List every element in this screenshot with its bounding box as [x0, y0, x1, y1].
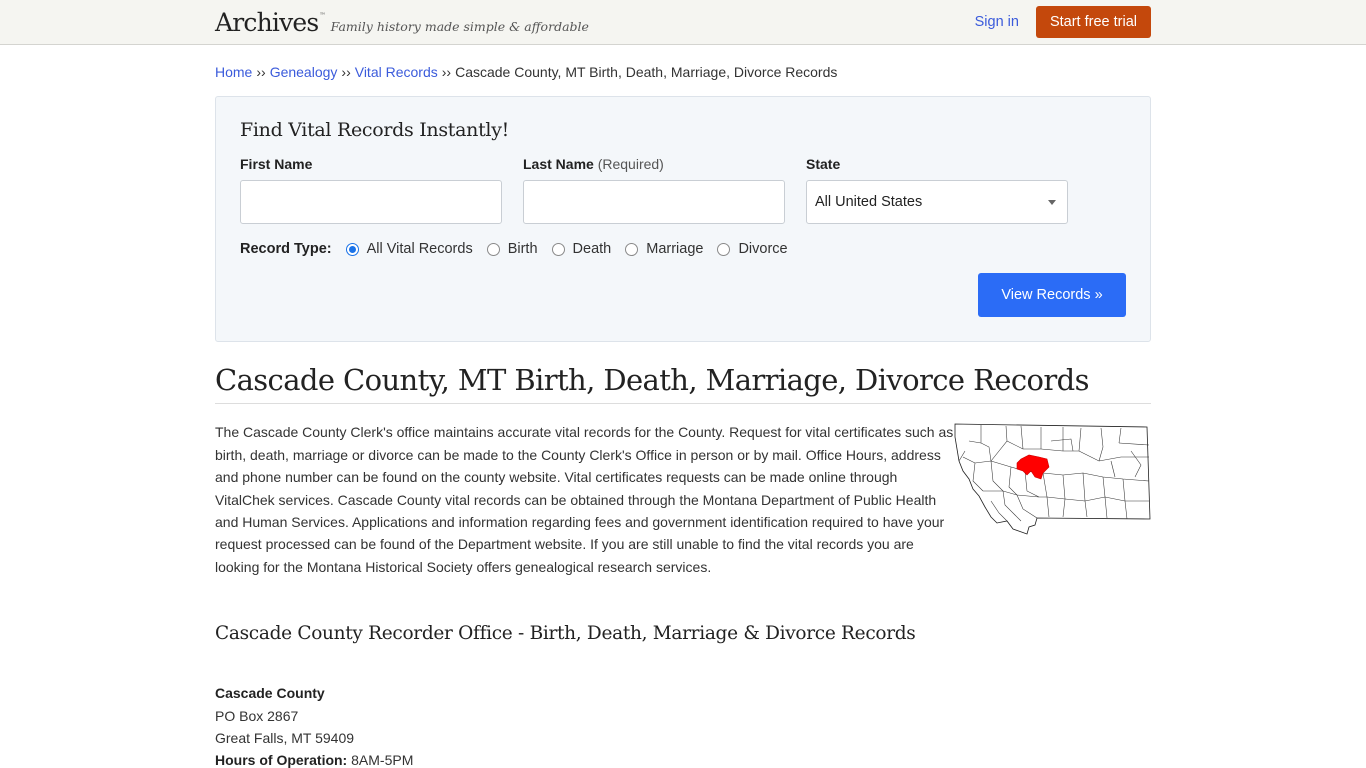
- hours-value: 8AM-5PM: [351, 752, 414, 768]
- record-type-group: Record Type: All Vital Records Birth Dea…: [240, 241, 1126, 257]
- office-name: Cascade County: [215, 685, 325, 702]
- radio-label: All Vital Records: [366, 241, 473, 257]
- brand[interactable]: Archives™ Family history made simple & a…: [215, 10, 589, 35]
- radio-button-icon[interactable]: [486, 242, 500, 256]
- view-records-button[interactable]: View Records »: [978, 273, 1126, 317]
- breadcrumb-current: Cascade County, MT Birth, Death, Marriag…: [455, 64, 838, 80]
- chevron-down-icon: [1048, 199, 1056, 205]
- breadcrumb-separator: ››: [256, 64, 266, 80]
- start-free-trial-button[interactable]: Start free trial: [1035, 6, 1151, 38]
- office-hours: Hours of Operation: 8AM-5PM: [215, 749, 1151, 768]
- radio-all-vital-records[interactable]: All Vital Records: [345, 241, 473, 257]
- recorder-office-section-title: Cascade County Recorder Office - Birth, …: [215, 623, 916, 645]
- radio-button-icon[interactable]: [345, 242, 359, 256]
- search-title: Find Vital Records Instantly!: [240, 119, 509, 141]
- radio-death[interactable]: Death: [551, 241, 612, 257]
- site-logo[interactable]: Archives™: [215, 10, 325, 35]
- montana-county-map: [954, 423, 1151, 535]
- radio-label: Death: [572, 241, 612, 257]
- tagline: Family history made simple & affordable: [330, 18, 589, 34]
- radio-button-icon[interactable]: [625, 242, 639, 256]
- radio-button-icon[interactable]: [717, 242, 731, 256]
- page-title: Cascade County, MT Birth, Death, Marriag…: [215, 363, 1151, 405]
- last-name-field-group: Last Name (Required): [523, 156, 785, 224]
- logo-text: Archives: [215, 7, 319, 37]
- radio-birth[interactable]: Birth: [486, 241, 538, 257]
- state-field-group: State All United States: [806, 156, 1068, 224]
- sign-in-link[interactable]: Sign in: [975, 14, 1019, 30]
- breadcrumb-home[interactable]: Home: [215, 64, 252, 80]
- radio-label: Divorce: [738, 241, 788, 257]
- radio-label: Marriage: [646, 241, 704, 257]
- state-label: State: [806, 156, 841, 172]
- last-name-label: Last Name (Required): [523, 156, 785, 173]
- last-name-input[interactable]: [523, 180, 785, 224]
- office-address-line-1: PO Box 2867: [215, 707, 299, 724]
- breadcrumb: Home ›› Genealogy ›› Vital Records ›› Cascade …: [215, 64, 1151, 82]
- record-type-label: Record Type:: [240, 241, 332, 257]
- first-name-field-group: First Name: [240, 156, 502, 224]
- required-hint: (Required): [597, 156, 664, 172]
- office-address: Cascade County PO Box 2867 Great Falls, …: [215, 682, 1151, 768]
- top-navbar: Archives™ Family history made simple & a…: [0, 0, 1366, 45]
- first-name-label: First Name: [240, 156, 313, 172]
- breadcrumb-separator: ››: [441, 64, 452, 80]
- breadcrumb-genealogy[interactable]: Genealogy: [270, 64, 338, 80]
- last-name-label-text: Last Name: [523, 156, 594, 172]
- trademark-symbol: ™: [319, 11, 325, 19]
- vital-records-search-form: Find Vital Records Instantly! First Name…: [215, 96, 1151, 342]
- radio-divorce[interactable]: Divorce: [717, 241, 788, 257]
- office-address-line-2: Great Falls, MT 59409: [215, 730, 355, 746]
- first-name-input[interactable]: [240, 180, 502, 224]
- intro-paragraph: The Cascade County Clerk's office mainta…: [215, 424, 954, 575]
- state-select[interactable]: All United States: [806, 180, 1068, 224]
- radio-marriage[interactable]: Marriage: [625, 241, 703, 257]
- state-selected-value: All United States: [815, 194, 923, 210]
- radio-button-icon[interactable]: [551, 242, 565, 256]
- hours-label: Hours of Operation:: [215, 752, 348, 768]
- breadcrumb-vital-records[interactable]: Vital Records: [355, 64, 438, 80]
- radio-label: Birth: [507, 241, 538, 257]
- breadcrumb-separator: ››: [341, 64, 351, 80]
